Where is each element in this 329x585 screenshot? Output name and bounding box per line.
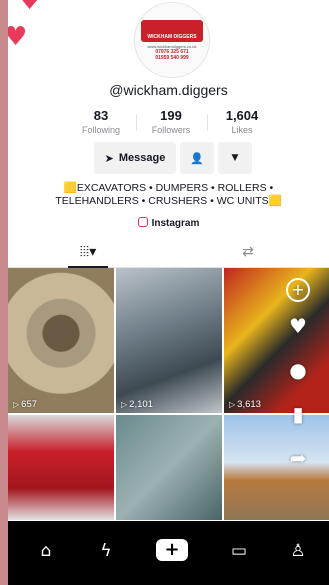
bookmark-icon[interactable]: ▮ — [286, 402, 310, 426]
avatar-logo: WICKHAM DIGGERS — [141, 19, 203, 42]
avatar[interactable]: WICKHAM DIGGERS www.wickhamdiggers.co.uk… — [134, 2, 210, 78]
view-count: ▷ 657 — [13, 399, 37, 410]
message-button[interactable]: ➤ Message — [94, 142, 176, 174]
comment-icon[interactable]: ● — [286, 358, 310, 382]
stat-divider — [207, 114, 208, 130]
share-icon[interactable]: ➦ — [286, 446, 310, 470]
stat-divider — [136, 114, 137, 130]
play-icon: ▷ — [13, 400, 20, 409]
nav-home[interactable]: ⌂ — [32, 539, 60, 563]
avatar-phone-2: 01959 540 999 — [155, 54, 189, 61]
caret-down-icon: ▼ — [231, 153, 239, 163]
video-grid: ▷ 657 ▷ 2,101 ▷ 3,613 — [8, 268, 329, 520]
video-thumbnail[interactable] — [8, 415, 114, 520]
avatar-brand: WICKHAM DIGGERS — [147, 33, 197, 40]
views-value: 2,101 — [129, 399, 153, 410]
profile-screen: ♥ ♥ WICKHAM DIGGERS www.wickhamdiggers.c… — [8, 0, 329, 585]
stat-label: Followers — [151, 125, 191, 135]
grid-icon: ⦙⦙⦙▾ — [79, 244, 97, 260]
send-icon: ➤ — [104, 151, 114, 165]
stat-likes[interactable]: 1,604 Likes — [207, 108, 277, 135]
stat-following[interactable]: 83 Following — [66, 108, 136, 135]
nav-create[interactable]: + — [156, 539, 188, 561]
video-thumbnail[interactable]: ▷ 2,101 — [116, 268, 222, 413]
stat-followers[interactable]: 199 Followers — [136, 108, 206, 135]
plus-icon: + — [164, 539, 180, 560]
play-icon: ▷ — [229, 400, 236, 409]
stats-row: 83 Following 199 Followers 1,604 Likes — [8, 108, 329, 138]
stat-value: 1,604 — [225, 108, 259, 123]
stat-value: 199 — [160, 108, 182, 123]
message-label: Message — [118, 152, 166, 164]
bio: 🟨EXCAVATORS • DUMPERS • ROLLERS • TELEHA… — [8, 182, 329, 208]
username: @wickham.diggers — [109, 82, 228, 98]
inbox-icon: ▭ — [230, 541, 248, 561]
tab-videos[interactable]: ⦙⦙⦙▾ — [8, 244, 168, 260]
stat-label: Likes — [231, 125, 253, 135]
bio-line: 🟨EXCAVATORS • DUMPERS • ROLLERS • — [63, 182, 274, 194]
person-add-icon: 👤 — [190, 151, 204, 165]
nav-profile[interactable]: ♙ — [284, 539, 312, 563]
views-value: 657 — [21, 399, 38, 410]
views-value: 3,613 — [237, 399, 261, 410]
heart-icon: ♥ — [8, 22, 28, 52]
video-thumbnail[interactable]: ▷ 3,613 — [224, 268, 329, 413]
instagram-icon — [137, 217, 148, 227]
view-count: ▷ 3,613 — [229, 399, 261, 410]
repost-icon: ⇄ — [242, 244, 254, 260]
tab-reposts[interactable]: ⇄ — [168, 244, 328, 260]
heart-icon[interactable]: ♥ — [286, 314, 310, 338]
home-icon: ⌂ — [40, 541, 52, 561]
view-count: ▷ 2,101 — [121, 399, 153, 410]
more-button[interactable]: ▼ — [218, 142, 252, 174]
video-thumbnail[interactable]: ▷ 657 — [8, 268, 114, 413]
nav-inbox[interactable]: ▭ — [225, 539, 253, 563]
bottom-nav: ⌂ ϟ + ▭ ♙ — [8, 521, 329, 585]
video-thumbnail[interactable] — [224, 415, 329, 520]
profile-tabs: ⦙⦙⦙▾ ⇄ — [8, 238, 329, 268]
follow-button[interactable]: 👤 — [180, 142, 214, 174]
play-icon: ▷ — [121, 400, 128, 409]
video-thumbnail[interactable] — [116, 415, 222, 520]
profile-icon: ♙ — [290, 541, 306, 561]
nav-discover[interactable]: ϟ — [92, 539, 120, 563]
stat-value: 83 — [93, 108, 109, 123]
link-label: Instagram — [151, 218, 200, 229]
stat-label: Following — [81, 125, 121, 135]
add-circle-icon[interactable]: + — [286, 278, 310, 302]
instagram-link[interactable]: Instagram — [8, 217, 329, 229]
lightning-icon: ϟ — [100, 541, 112, 561]
heart-icon: ♥ — [18, 0, 42, 16]
bio-line: TELEHANDLERS • CRUSHERS • WC UNITS🟨 — [55, 195, 282, 207]
